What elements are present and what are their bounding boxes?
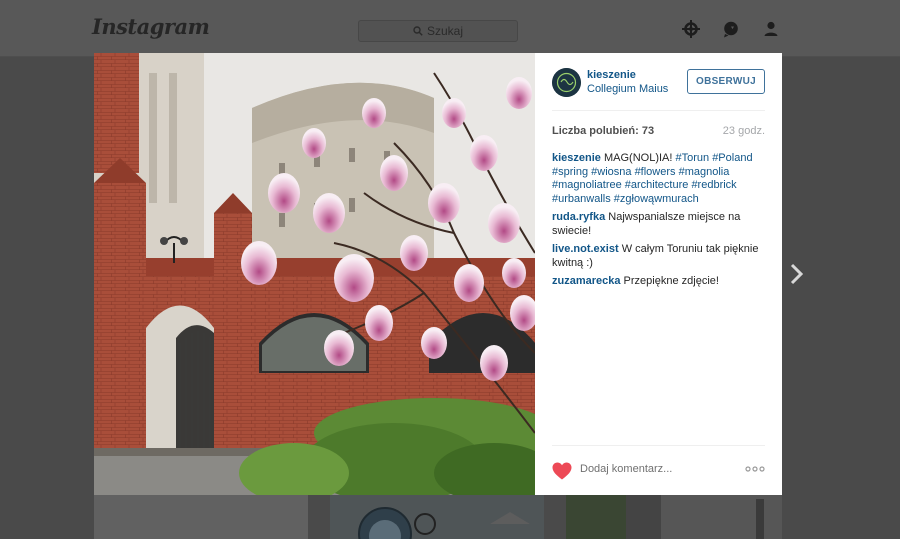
comment-username[interactable]: ruda.ryfka <box>552 211 605 223</box>
post-actions: Dodaj komentarz... <box>552 445 765 495</box>
comment-username[interactable]: zuzamarecka <box>552 275 621 287</box>
hashtag[interactable]: #magnoliatree <box>552 179 622 191</box>
grid-thumbnail[interactable] <box>330 494 544 539</box>
comments-list: kieszenie MAG(NOL)IA! #Torun #Poland #sp… <box>552 152 767 294</box>
hashtag[interactable]: #redbrick <box>691 179 736 191</box>
grid-thumbnail[interactable] <box>566 494 782 539</box>
hashtag[interactable]: #Poland <box>712 152 752 164</box>
explore-icon[interactable] <box>682 20 700 38</box>
hashtag[interactable]: #spring <box>552 166 588 178</box>
caption-text: MAG(NOL)IA! <box>600 152 676 164</box>
magnolia-photo-illustration <box>94 53 535 495</box>
hashtag[interactable]: #Torun <box>675 152 709 164</box>
comment-item: ruda.ryfka Najwspanialsze miejsce na swi… <box>552 211 767 238</box>
activity-icon[interactable] <box>722 20 740 38</box>
hashtag[interactable]: #wiosna <box>591 166 631 178</box>
hashtag[interactable]: #magnolia <box>679 166 730 178</box>
hashtag[interactable]: #flowers <box>635 166 676 178</box>
avatar[interactable] <box>552 68 581 97</box>
hashtag[interactable]: #architecture <box>625 179 689 191</box>
top-navigation-bar: Instagram Szukaj <box>0 0 900 57</box>
caption: kieszenie MAG(NOL)IA! #Torun #Poland #sp… <box>552 152 767 206</box>
search-icon <box>413 26 423 36</box>
post-timestamp[interactable]: 23 godz. <box>723 125 765 137</box>
search-box[interactable]: Szukaj <box>358 20 518 42</box>
follow-button[interactable]: OBSERWUJ <box>687 69 765 94</box>
comment-text: Przepiękne zdjęcie! <box>620 275 719 287</box>
add-comment-input[interactable]: Dodaj komentarz... <box>580 463 672 475</box>
instagram-logo[interactable]: Instagram <box>92 14 210 39</box>
comment-item: live.not.exist W całym Toruniu tak piękn… <box>552 243 767 270</box>
post-modal: kieszenie Collegium Maius OBSERWUJ Liczb… <box>94 53 782 495</box>
likes-count[interactable]: Liczba polubień: 73 <box>552 125 654 137</box>
hashtag[interactable]: #zgłowąwmurach <box>614 193 699 205</box>
post-username[interactable]: kieszenie <box>587 69 636 81</box>
post-header: kieszenie Collegium Maius OBSERWUJ <box>552 67 765 111</box>
post-photo[interactable] <box>94 53 535 495</box>
comment-item: zuzamarecka Przepiękne zdjęcie! <box>552 275 767 289</box>
caption-username[interactable]: kieszenie <box>552 152 601 164</box>
hashtag[interactable]: #urbanwalls <box>552 193 611 205</box>
post-details-panel: kieszenie Collegium Maius OBSERWUJ Liczb… <box>535 53 782 495</box>
more-options-icon[interactable] <box>745 464 765 474</box>
post-location[interactable]: Collegium Maius <box>587 83 668 95</box>
profile-icon[interactable] <box>762 20 780 38</box>
grid-thumbnail[interactable] <box>94 494 308 539</box>
search-placeholder: Szukaj <box>426 24 464 38</box>
comment-username[interactable]: live.not.exist <box>552 243 619 255</box>
heart-icon[interactable] <box>552 462 572 480</box>
next-arrow-icon[interactable] <box>788 262 806 286</box>
